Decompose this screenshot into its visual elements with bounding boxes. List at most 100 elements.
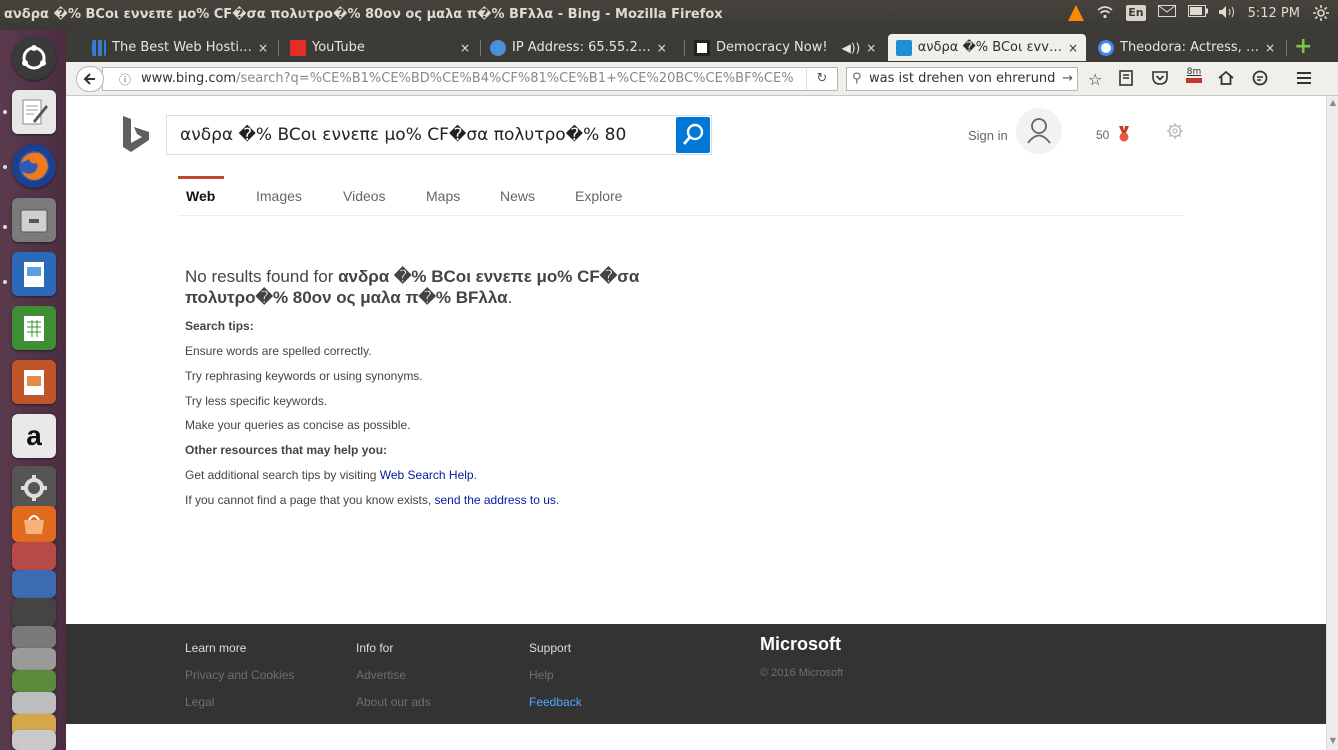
- rewards-medal-icon[interactable]: [1118, 126, 1130, 142]
- copyright-text: © 2016 Microsoft: [760, 667, 844, 679]
- youtube-icon: [290, 39, 306, 56]
- amazon-icon[interactable]: a: [12, 414, 56, 458]
- tab-separator: [684, 40, 685, 56]
- scope-videos[interactable]: Videos: [343, 188, 386, 204]
- bing-search-button[interactable]: [676, 117, 710, 153]
- microsoft-logo: Microsoft: [760, 634, 841, 654]
- home-icon[interactable]: [1218, 70, 1234, 89]
- search-go-arrow-icon[interactable]: →: [1062, 68, 1073, 90]
- libreoffice-impress-icon[interactable]: [12, 252, 56, 296]
- help-resource-line: Get additional search tips by visiting W…: [185, 468, 477, 482]
- bing-logo-icon[interactable]: [120, 114, 152, 154]
- footer-link-help[interactable]: Help: [529, 668, 554, 682]
- pocket-icon[interactable]: [1152, 70, 1168, 89]
- search-icon: [682, 123, 704, 145]
- user-icon: [1027, 118, 1051, 144]
- footer-heading: Learn more: [185, 641, 247, 655]
- close-icon[interactable]: ×: [1265, 41, 1275, 55]
- speaker-icon[interactable]: ◀)): [842, 41, 861, 55]
- google-icon: [1098, 39, 1114, 56]
- stacked-app-icon-7[interactable]: [12, 692, 56, 714]
- back-button[interactable]: [76, 66, 104, 92]
- tab-bing-search[interactable]: ανδρα �% BCoι εvv… ×: [888, 34, 1086, 61]
- chat-icon[interactable]: [1252, 70, 1268, 90]
- footer-link-feedback[interactable]: Feedback: [529, 695, 582, 709]
- system-settings-icon[interactable]: [12, 466, 56, 510]
- grid-icon: [92, 39, 107, 56]
- battery-icon[interactable]: [1187, 5, 1208, 21]
- footer-link-advertise[interactable]: Advertise: [356, 668, 406, 682]
- ubuntu-logo-icon[interactable]: [12, 36, 56, 80]
- stacked-app-icon-6[interactable]: [12, 670, 56, 692]
- files-icon[interactable]: [12, 198, 56, 242]
- text-editor-icon[interactable]: [12, 90, 56, 134]
- close-icon[interactable]: ×: [1068, 41, 1078, 55]
- back-arrow-icon: [83, 73, 95, 85]
- trash-icon[interactable]: [12, 730, 56, 750]
- scroll-up-icon[interactable]: ▲: [1328, 98, 1338, 110]
- send-address-line: If you cannot find a page that you know …: [185, 493, 560, 507]
- avatar[interactable]: [1016, 108, 1062, 154]
- info-icon[interactable]: ⓘ: [119, 71, 131, 88]
- bing-search-query: ανδρα �% BCoι εννεπε μο% CF�σα πολυτρο�%…: [180, 125, 627, 145]
- stacked-app-icon[interactable]: [12, 542, 56, 570]
- url-text[interactable]: www.bing.com/search?q=%CE%B1%CE%BD%CE%B4…: [141, 71, 835, 86]
- stacked-app-icon-3[interactable]: [12, 598, 56, 626]
- menu-hamburger-icon[interactable]: [1296, 70, 1312, 89]
- scope-web[interactable]: Web: [186, 188, 215, 204]
- tab-democracy-now[interactable]: Democracy Now! ◀)) ×: [686, 34, 886, 61]
- rewards-count[interactable]: 50: [1096, 128, 1109, 142]
- mail-icon[interactable]: [1157, 5, 1176, 21]
- tab-label: YouTube: [312, 40, 365, 55]
- libreoffice-calc-icon[interactable]: [12, 306, 56, 350]
- tab-ip-address[interactable]: IP Address: 65.55.2… ×: [482, 34, 682, 61]
- tab-strip: The Best Web Hosti… × YouTube × IP Addre…: [66, 30, 1338, 62]
- clock[interactable]: 5:12 PM: [1248, 6, 1300, 21]
- send-address-link[interactable]: send the address to us: [435, 493, 556, 507]
- stacked-app-icon-5[interactable]: [12, 648, 56, 670]
- close-icon[interactable]: ×: [258, 41, 268, 55]
- scope-images[interactable]: Images: [256, 188, 302, 204]
- search-value: was ist drehen von ehrerund: [869, 71, 1056, 86]
- scope-news[interactable]: News: [500, 188, 535, 204]
- browser-search-field[interactable]: ⚲ was ist drehen von ehrerund →: [846, 67, 1078, 91]
- running-indicator: [3, 280, 7, 284]
- url-bar[interactable]: ⓘ www.bing.com/search?q=%CE%B1%CE%BD%CE%…: [102, 67, 836, 91]
- reload-button[interactable]: ↻: [806, 67, 838, 91]
- vertical-scrollbar[interactable]: ▲ ▼: [1326, 96, 1338, 750]
- sign-in-link[interactable]: Sign in: [968, 128, 1008, 143]
- extension-badge-icon[interactable]: 8m: [1186, 68, 1202, 86]
- volume-icon[interactable]: [1218, 5, 1236, 21]
- vlc-icon[interactable]: [1068, 5, 1085, 21]
- tab-web-hosting[interactable]: The Best Web Hosti… ×: [84, 34, 276, 61]
- web-search-help-link[interactable]: Web Search Help: [380, 468, 474, 482]
- footer-heading: Support: [529, 641, 572, 655]
- close-icon[interactable]: ×: [460, 41, 470, 55]
- bing-icon: [896, 39, 912, 56]
- scope-maps[interactable]: Maps: [426, 188, 460, 204]
- scope-explore[interactable]: Explore: [575, 188, 622, 204]
- system-tray: En 5:12 PM: [1068, 5, 1330, 21]
- settings-gear-icon[interactable]: [1166, 122, 1184, 140]
- reading-list-icon[interactable]: [1118, 70, 1134, 90]
- new-tab-button[interactable]: +: [1294, 34, 1312, 59]
- tab-theodora[interactable]: Theodora: Actress, … ×: [1090, 34, 1284, 61]
- page-footer: Learn more Privacy and Cookies Legal Inf…: [66, 624, 1326, 724]
- stacked-app-icon-2[interactable]: [12, 570, 56, 598]
- close-icon[interactable]: ×: [657, 41, 667, 55]
- footer-link-about-ads[interactable]: About our ads: [356, 695, 431, 709]
- firefox-icon[interactable]: [12, 144, 56, 188]
- bookmark-star-icon[interactable]: ☆: [1088, 70, 1102, 89]
- footer-link-privacy[interactable]: Privacy and Cookies: [185, 668, 294, 682]
- footer-link-legal[interactable]: Legal: [185, 695, 214, 709]
- stacked-app-icon-4[interactable]: [12, 626, 56, 648]
- wifi-icon[interactable]: [1096, 5, 1114, 21]
- keyboard-layout-indicator[interactable]: En: [1126, 5, 1146, 21]
- scroll-down-icon[interactable]: ▼: [1328, 736, 1338, 748]
- bing-search-input[interactable]: ανδρα �% BCoι εννεπε μο% CF�σα πολυτρο�%…: [166, 115, 712, 155]
- libreoffice-present-icon[interactable]: [12, 360, 56, 404]
- settings-gear-icon[interactable]: [1312, 5, 1330, 21]
- software-center-icon[interactable]: [12, 506, 56, 542]
- tab-youtube[interactable]: YouTube ×: [282, 34, 478, 61]
- close-icon[interactable]: ×: [866, 41, 876, 55]
